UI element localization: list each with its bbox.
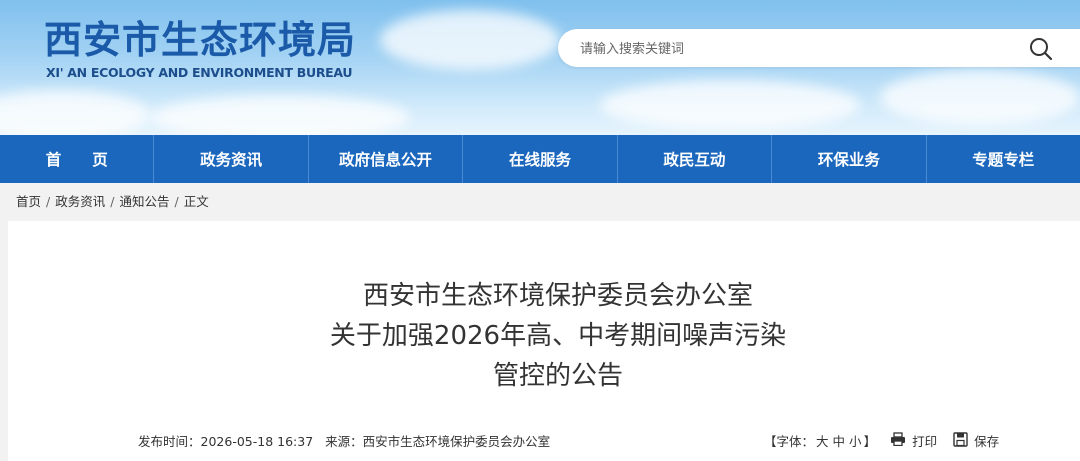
font-size-bracket: 】 (863, 434, 877, 449)
font-large-link[interactable]: 大 (816, 431, 829, 450)
nav-item-government-news[interactable]: 政务资讯 (154, 135, 309, 183)
article-panel: 西安市生态环境保护委员会办公室 关于加强2026年高、中考期间噪声污染 管控的公… (8, 221, 1080, 461)
main-nav: 首 页 政务资讯 政府信息公开 在线服务 政民互动 环保业务 专题专栏 (0, 135, 1080, 183)
nav-item-online-services[interactable]: 在线服务 (463, 135, 618, 183)
article-tools: 【字体： 大 中 小 】 打印 保存 (764, 431, 1001, 450)
print-icon[interactable] (890, 432, 906, 449)
cloud-decoration (0, 90, 150, 135)
nav-item-environmental-affairs[interactable]: 环保业务 (772, 135, 927, 183)
search-icon[interactable] (1028, 36, 1054, 62)
nav-item-public-interaction[interactable]: 政民互动 (618, 135, 773, 183)
cloud-decoration (150, 95, 410, 135)
article-title: 西安市生态环境保护委员会办公室 关于加强2026年高、中考期间噪声污染 管控的公… (8, 276, 1080, 396)
publish-time: 2026-05-18 16:37 (200, 434, 314, 449)
article-title-line: 关于加强2026年高、中考期间噪声污染 (329, 321, 787, 351)
font-small-link[interactable]: 小 (849, 431, 862, 450)
breadcrumb-home[interactable]: 首页 (16, 194, 41, 209)
breadcrumb-separator: / (174, 194, 179, 209)
search-box (558, 29, 1080, 67)
nav-item-special-topics[interactable]: 专题专栏 (927, 135, 1080, 183)
font-medium-link[interactable]: 中 (833, 431, 846, 450)
source-value: 西安市生态环境保护委员会办公室 (362, 434, 551, 449)
cloud-decoration (600, 80, 860, 130)
site-header: 西安市生态环境局 XI' AN ECOLOGY AND ENVIRONMENT … (0, 0, 1080, 135)
breadcrumb-separator: / (110, 194, 115, 209)
cloud-decoration (880, 70, 1080, 125)
font-size-label: 【字体： (764, 434, 815, 449)
print-link[interactable]: 打印 (912, 431, 937, 450)
publish-time-label: 发布时间： (138, 434, 201, 449)
article-meta: 发布时间：2026-05-18 16:37 来源：西安市生态环境保护委员会办公室 (138, 431, 550, 450)
source-label: 来源： (325, 434, 363, 449)
breadcrumb: 首页 / 政务资讯 / 通知公告 / 正文 (0, 183, 1080, 221)
nav-item-home[interactable]: 首 页 (0, 135, 155, 183)
cloud-decoration (380, 10, 560, 70)
site-logo-cn[interactable]: 西安市生态环境局 (44, 18, 356, 62)
save-icon[interactable] (953, 431, 968, 450)
save-link[interactable]: 保存 (974, 431, 999, 450)
site-logo-en: XI' AN ECOLOGY AND ENVIRONMENT BUREAU (46, 65, 353, 80)
breadcrumb-separator: / (46, 194, 51, 209)
breadcrumb-current: 正文 (183, 194, 209, 209)
article-title-line: 管控的公告 (492, 361, 623, 391)
breadcrumb-notices[interactable]: 通知公告 (119, 194, 169, 209)
nav-item-info-disclosure[interactable]: 政府信息公开 (309, 135, 464, 183)
article-title-line: 西安市生态环境保护委员会办公室 (362, 281, 753, 311)
breadcrumb-government-news[interactable]: 政务资讯 (55, 194, 105, 209)
search-input[interactable] (578, 37, 1002, 61)
